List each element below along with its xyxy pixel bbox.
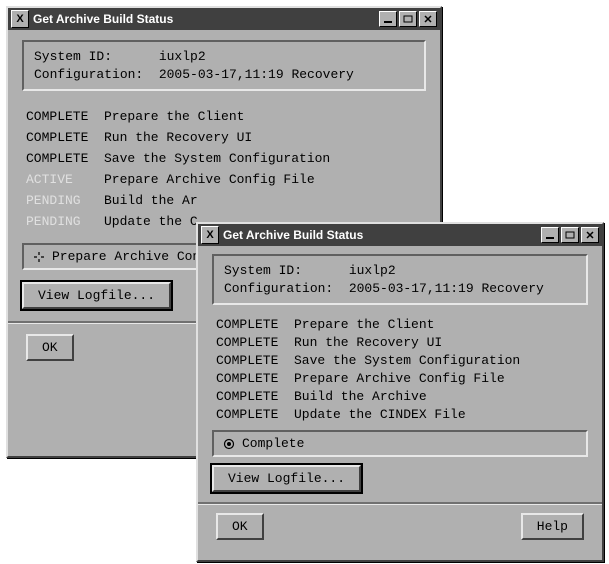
ok-button[interactable]: OK [26,334,74,361]
step-row: ACTIVEPrepare Archive Config File [26,172,422,187]
step-row: COMPLETEPrepare the Client [216,317,584,332]
system-menu-icon[interactable]: X [201,226,219,244]
minimize-button[interactable] [541,227,559,243]
config-label: Configuration: [224,281,333,296]
config-value: 2005-03-17,11:19 Recovery [349,281,544,296]
ok-button[interactable]: OK [216,513,264,540]
sysid-value: iuxlp2 [159,49,206,64]
steps-list-back: COMPLETEPrepare the ClientCOMPLETERun th… [26,109,422,229]
step-status: COMPLETE [216,353,294,368]
step-desc: Build the Archive [294,389,584,404]
config-value: 2005-03-17,11:19 Recovery [159,67,354,82]
maximize-button[interactable] [399,11,417,27]
window-title: Get Archive Build Status [33,12,379,26]
step-row: COMPLETERun the Recovery UI [26,130,422,145]
step-status: COMPLETE [216,335,294,350]
spinner-icon [32,250,46,264]
steps-list-front: COMPLETEPrepare the ClientCOMPLETERun th… [216,317,584,422]
step-row: COMPLETEPrepare Archive Config File [216,371,584,386]
progress-label: Complete [242,436,304,451]
step-status: COMPLETE [216,407,294,422]
step-row: COMPLETESave the System Configuration [216,353,584,368]
minimize-button[interactable] [379,11,397,27]
step-desc: Update the CINDEX File [294,407,584,422]
progress-box: Complete [212,430,588,457]
window-front: X Get Archive Build Status System ID: iu… [196,222,604,562]
view-logfile-button[interactable]: View Logfile... [212,465,361,492]
sysid-label: System ID: [224,263,302,278]
step-desc: Save the System Configuration [104,151,422,166]
step-row: COMPLETEPrepare the Client [26,109,422,124]
step-desc: Prepare the Client [104,109,422,124]
system-info-box: System ID: iuxlp2 Configuration: 2005-03… [22,40,426,91]
titlebar[interactable]: X Get Archive Build Status [8,8,440,30]
step-status: COMPLETE [216,317,294,332]
step-desc: Save the System Configuration [294,353,584,368]
step-status: COMPLETE [216,389,294,404]
step-desc: Prepare the Client [294,317,584,332]
step-desc: Prepare Archive Config File [294,371,584,386]
step-status: COMPLETE [26,151,104,166]
step-desc: Run the Recovery UI [104,130,422,145]
step-status: ACTIVE [26,172,104,187]
progress-label: Prepare Archive Conf [52,249,208,264]
step-status: PENDING [26,193,104,208]
maximize-button[interactable] [561,227,579,243]
step-row: COMPLETEBuild the Archive [216,389,584,404]
sysid-value: iuxlp2 [349,263,396,278]
step-status: PENDING [26,214,104,229]
window-title: Get Archive Build Status [223,228,541,242]
step-status: COMPLETE [26,130,104,145]
step-status: COMPLETE [216,371,294,386]
step-status: COMPLETE [26,109,104,124]
help-button[interactable]: Help [521,513,584,540]
titlebar[interactable]: X Get Archive Build Status [198,224,602,246]
close-button[interactable] [581,227,599,243]
system-menu-icon[interactable]: X [11,10,29,28]
step-row: COMPLETESave the System Configuration [26,151,422,166]
close-button[interactable] [419,11,437,27]
complete-icon [222,437,236,451]
step-desc: Build the Ar [104,193,422,208]
step-desc: Run the Recovery UI [294,335,584,350]
system-info-box: System ID: iuxlp2 Configuration: 2005-03… [212,254,588,305]
step-desc: Prepare Archive Config File [104,172,422,187]
separator [198,502,602,505]
view-logfile-button[interactable]: View Logfile... [22,282,171,309]
config-label: Configuration: [34,67,143,82]
step-row: PENDINGBuild the Ar [26,193,422,208]
sysid-label: System ID: [34,49,112,64]
step-row: COMPLETERun the Recovery UI [216,335,584,350]
step-row: COMPLETEUpdate the CINDEX File [216,407,584,422]
